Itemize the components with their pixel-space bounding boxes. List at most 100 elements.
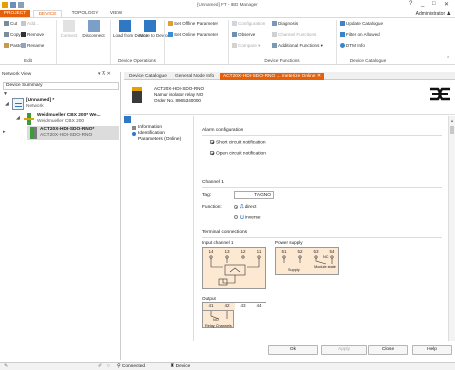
module-state-label: Module state (314, 265, 336, 269)
close-button[interactable]: Close (368, 345, 408, 355)
tree-expand-icon[interactable]: ◢ (5, 102, 9, 107)
input-channel-diagram: 14 13 12 11 (202, 247, 266, 289)
channel-functions-icon (272, 32, 277, 38)
help-button[interactable]: Help (412, 345, 452, 355)
pane-controls[interactable]: ▾ ⊼ ✕ (98, 72, 111, 77)
cut-button[interactable]: Cut (4, 21, 17, 27)
maximize-icon[interactable]: □ (432, 1, 436, 7)
device-summary-header: Device Summary (3, 82, 119, 90)
filter-on-allowed-button[interactable]: Filter on Allowed (340, 32, 380, 38)
tab-topology[interactable]: TOPOLOGY (66, 10, 104, 17)
device-status-label: Device (175, 364, 191, 369)
dtm-info-button[interactable]: DTM Info (340, 43, 365, 49)
group-label-device-operations: Device Operations (118, 58, 156, 63)
ok-button[interactable]: Ok (268, 345, 318, 355)
device-summary-label: Device Summary (6, 83, 43, 88)
paste-button[interactable]: Paste (4, 43, 22, 49)
configuration-label: Configuration (238, 21, 266, 26)
store-to-device-button[interactable]: Store to Device (139, 20, 170, 38)
compare-button[interactable]: Compare ▾ (232, 43, 261, 49)
input-channel-label: Input channel 1 (202, 240, 234, 245)
dtm-info-label: DTM Info (346, 43, 365, 48)
function-direct-radio[interactable]: ⎍ direct (234, 204, 256, 210)
edit-icon[interactable]: ✎ (4, 363, 8, 370)
short-circuit-checkbox[interactable]: Short circuit notification (210, 140, 266, 145)
nav-item-identification[interactable]: Identification (138, 131, 165, 137)
remove-icon (21, 32, 26, 38)
rename-icon (21, 43, 26, 49)
document-tab-strip: Device Catalogue General Node Info ACT20… (124, 72, 455, 80)
tab-general-node-info[interactable]: General Node Info (172, 73, 217, 80)
info-icon (340, 43, 345, 49)
disconnect-label: Disconnect (82, 33, 105, 38)
close-icon[interactable]: ✕ (444, 1, 449, 8)
tab-device-parameters-online[interactable]: ACT20X-HDI-SDO-RNO ... meterize Online ✕ (220, 73, 324, 80)
configuration-icon (232, 21, 237, 27)
rename-button[interactable]: Rename (21, 43, 44, 49)
device-navigation: Information Identification Parameters (O… (124, 116, 194, 341)
alarm-section-heading: Alarm configuration (202, 128, 244, 133)
connect-button[interactable]: Connect (58, 20, 80, 38)
tag-input[interactable]: TAGNO (234, 191, 274, 199)
configuration-button[interactable]: Configuration (232, 21, 266, 27)
tree-node-device[interactable]: ACT20X-HDI-SDO-RNO* (40, 127, 94, 133)
nav-item-parameters-online[interactable]: Parameters (Online) (138, 137, 181, 143)
remove-label: Remove (27, 32, 45, 37)
gateway-icon (24, 113, 34, 125)
filter-icon[interactable]: ▼ (3, 91, 8, 97)
set-online-parameter-button[interactable]: Set Online Parameter (168, 32, 218, 38)
tree-node-gateway[interactable]: Weidmueller CBX 200* We... (37, 113, 101, 119)
device-header: ACT20X-HDI-SDO-RNO Namur isolator relay … (124, 81, 455, 115)
tree-node-network[interactable]: [Unnamed] * (26, 98, 54, 104)
offline-parameter-icon (168, 21, 173, 27)
toolbar-icon[interactable] (124, 116, 131, 123)
help-icon[interactable]: ? (409, 1, 412, 7)
minimize-icon[interactable]: _ (421, 1, 424, 7)
add-icon (21, 21, 26, 27)
connection-status-label: Connected (121, 364, 146, 369)
add-label: Add... (27, 21, 40, 26)
function-inverse-radio[interactable]: ⊔ inverse (234, 215, 261, 220)
update-catalogue-button[interactable]: Update Catalogue (340, 21, 384, 27)
channel-functions-button[interactable]: Channel Functions (272, 32, 316, 38)
disconnect-button[interactable]: Disconnect (80, 20, 107, 38)
connection-status: ⚲ Connected (117, 363, 145, 370)
add-button[interactable]: Add... (21, 21, 40, 27)
load-from-device-button[interactable]: Load from Device (113, 20, 148, 38)
tab-project[interactable]: PROJECT (0, 10, 30, 17)
apply-button[interactable]: Apply (321, 345, 367, 355)
observe-icon (232, 32, 237, 38)
device-order-number: Order No. 8965340000 (154, 98, 201, 103)
remove-button[interactable]: Remove (21, 32, 45, 38)
nav-item-information[interactable]: Information (138, 125, 162, 131)
observe-label: Observe (238, 32, 256, 37)
tag-label: Tag: (202, 193, 212, 198)
observe-button[interactable]: Observe (232, 32, 256, 38)
connect-icon (63, 20, 75, 32)
store-to-device-icon (144, 20, 156, 32)
tree-node-gateway-subtitle: Weidmueller CBX 200 (37, 119, 85, 124)
output-label: Output (202, 296, 216, 301)
set-offline-parameter-button[interactable]: Set Offline Parameter (168, 21, 218, 27)
tab-device[interactable]: DEVICE (33, 10, 62, 17)
update-catalogue-label: Update Catalogue (346, 21, 384, 26)
terminal-52: 52 (297, 249, 303, 254)
tab-view[interactable]: VIEW (106, 10, 126, 17)
tree-expand-icon[interactable]: ◢ (16, 116, 20, 121)
radio-unselected-icon (234, 215, 238, 219)
relay-channel-diagram: NO Relay Channels (202, 310, 234, 328)
tree-collapse-icon[interactable]: ▸ (3, 130, 5, 135)
ribbon: Cut Copy Paste Add... Remove Rename Edit… (0, 17, 455, 65)
open-circuit-checkbox[interactable]: Open circuit notification (210, 151, 266, 156)
short-circuit-label: Short circuit notification (216, 140, 266, 146)
open-circuit-label: Open circuit notification (216, 151, 266, 157)
pencil-icon[interactable]: ✐ (98, 363, 102, 370)
copy-button[interactable]: Copy (4, 32, 21, 38)
device-info: ACT20X-HDI-SDO-RNO Namur isolator relay … (154, 86, 204, 104)
scrollbar[interactable]: ▲ (448, 116, 455, 341)
diagnosis-button[interactable]: Diagnosis (272, 21, 298, 27)
checkbox-checked-icon (210, 151, 214, 155)
additional-functions-button[interactable]: Additional Functions ▾ (272, 43, 323, 49)
tab-device-catalogue[interactable]: Device Catalogue (126, 73, 170, 80)
collapse-ribbon-icon[interactable]: ⌃ (446, 56, 450, 62)
